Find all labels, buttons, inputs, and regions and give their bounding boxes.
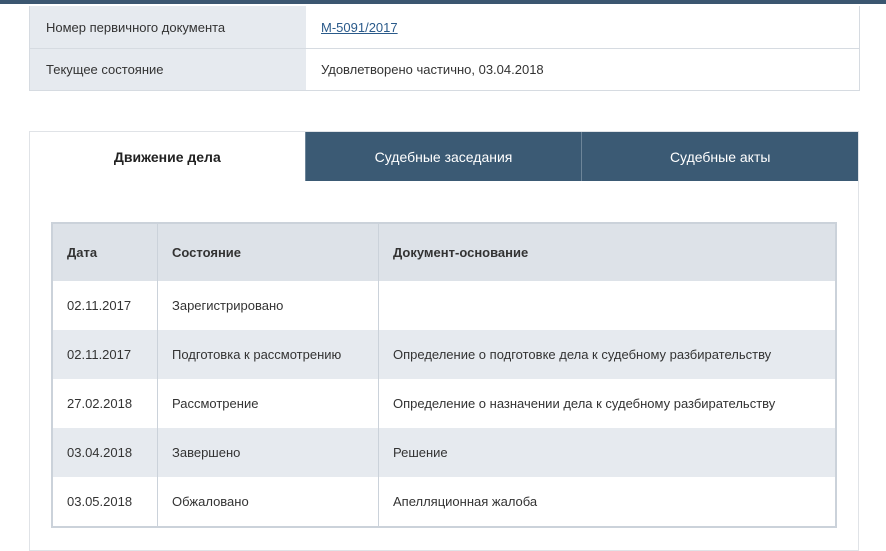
- row-date: 03.04.2018: [53, 428, 158, 477]
- case-info-row: Текущее состояние Удовлетворено частично…: [30, 48, 859, 90]
- row-state: Зарегистрировано: [158, 281, 379, 330]
- row-document: Решение: [393, 445, 448, 460]
- header-state: Состояние: [158, 224, 379, 281]
- row-state: Рассмотрение: [158, 379, 379, 428]
- tab-court-hearings[interactable]: Судебные заседания: [304, 132, 582, 181]
- primary-document-value: М-5091/2017: [306, 6, 859, 48]
- row-date: 27.02.2018: [53, 379, 158, 428]
- table-row: 03.05.2018 Обжаловано Апелляционная жало…: [53, 477, 835, 526]
- table-header: Дата Состояние Документ-основание: [53, 224, 835, 281]
- tab-case-movement[interactable]: Движение дела: [30, 132, 305, 181]
- row-document: [379, 281, 835, 330]
- table-row: 03.04.2018 Завершено Решение: [53, 428, 835, 477]
- row-document: Апелляционная жалоба: [393, 494, 538, 509]
- row-state: Подготовка к рассмотрению: [158, 330, 379, 379]
- tab-court-acts[interactable]: Судебные акты: [581, 132, 859, 181]
- header-date: Дата: [53, 224, 158, 281]
- row-date: 03.05.2018: [53, 477, 158, 526]
- row-state: Завершено: [158, 428, 379, 477]
- table-row: 27.02.2018 Рассмотрение Определение о на…: [53, 379, 835, 428]
- case-tabs-panel: Движение дела Судебные заседания Судебны…: [29, 131, 859, 551]
- top-bar: [0, 0, 886, 4]
- row-state: Обжаловано: [158, 477, 379, 526]
- case-info-row: Номер первичного документа М-5091/2017: [30, 6, 859, 48]
- row-document: Определение о назначении дела к судебном…: [393, 396, 776, 411]
- header-document: Документ-основание: [393, 245, 529, 260]
- row-date: 02.11.2017: [53, 281, 158, 330]
- case-movement-table: Дата Состояние Документ-основание 02.11.…: [51, 222, 837, 528]
- case-info-table: Номер первичного документа М-5091/2017 Т…: [29, 6, 860, 91]
- tab-bar: Движение дела Судебные заседания Судебны…: [30, 132, 859, 181]
- table-row: 02.11.2017 Зарегистрировано: [53, 281, 835, 330]
- table-row: 02.11.2017 Подготовка к рассмотрению Опр…: [53, 330, 835, 379]
- current-state-label: Текущее состояние: [30, 49, 306, 90]
- primary-document-label: Номер первичного документа: [30, 6, 306, 48]
- primary-document-link[interactable]: М-5091/2017: [321, 20, 398, 35]
- current-state-value: Удовлетворено частично, 03.04.2018: [321, 62, 544, 77]
- row-date: 02.11.2017: [53, 330, 158, 379]
- row-document: Определение о подготовке дела к судебном…: [393, 347, 772, 362]
